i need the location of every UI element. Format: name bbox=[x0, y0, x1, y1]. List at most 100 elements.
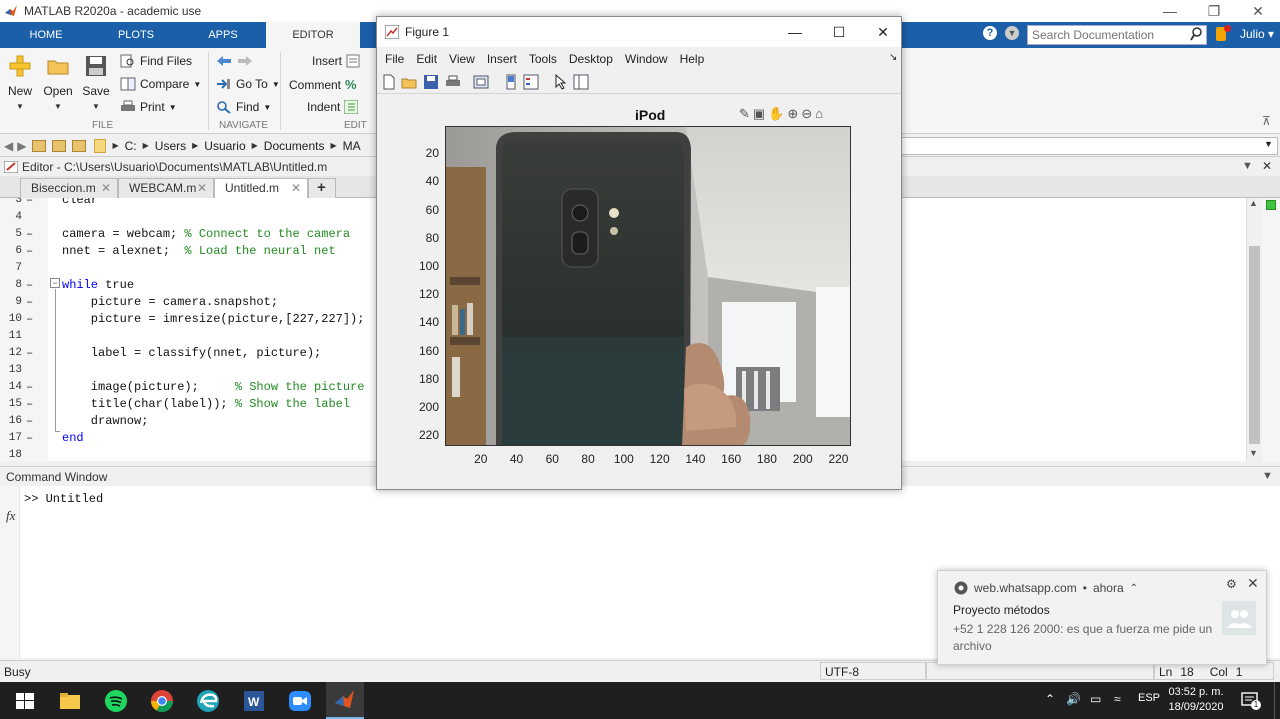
word-icon[interactable]: W bbox=[241, 688, 267, 714]
new-button[interactable]: New ▼ bbox=[2, 54, 38, 111]
tab-plots[interactable]: PLOTS bbox=[92, 22, 180, 48]
function-browser-icon[interactable]: fx bbox=[6, 508, 15, 524]
insert-colorbar-icon[interactable] bbox=[503, 74, 519, 90]
breakpoint-dash[interactable]: – bbox=[26, 345, 33, 362]
fold-toggle-icon[interactable]: − bbox=[50, 278, 60, 288]
property-inspector-icon[interactable] bbox=[573, 74, 589, 90]
open-file-icon[interactable] bbox=[401, 74, 417, 90]
edit-plot-pointer-icon[interactable] bbox=[553, 74, 569, 90]
editor-actions-icon[interactable]: ▼ bbox=[1242, 160, 1253, 172]
browse-folder-icon[interactable] bbox=[52, 139, 67, 152]
zoom-out-icon[interactable]: ⊖ bbox=[801, 106, 812, 122]
menu-dock-icon[interactable]: ↘ bbox=[889, 52, 897, 63]
go-to-button[interactable]: Go To ▼ bbox=[216, 77, 280, 91]
datatip-icon[interactable]: ▣ bbox=[753, 106, 765, 122]
brush-icon[interactable]: ✎ bbox=[739, 106, 750, 122]
options-icon[interactable]: ▼ bbox=[1005, 26, 1019, 40]
scroll-thumb[interactable] bbox=[1249, 246, 1260, 444]
menu-insert[interactable]: Insert bbox=[487, 52, 517, 66]
link-plot-icon[interactable] bbox=[473, 74, 489, 90]
find-button[interactable]: Find ▼ bbox=[216, 100, 271, 114]
crumb-documents[interactable]: Documents bbox=[264, 139, 325, 153]
gear-icon[interactable]: ⚙ bbox=[1226, 577, 1237, 591]
home-icon[interactable]: ⌂ bbox=[815, 106, 823, 122]
volume-icon[interactable]: 🔊 bbox=[1066, 692, 1081, 706]
insert-button[interactable]: Insert bbox=[312, 54, 362, 68]
crumb-drive[interactable]: C: bbox=[125, 139, 137, 153]
scroll-up-icon[interactable]: ▲ bbox=[1249, 198, 1258, 208]
minimize-icon[interactable]: — bbox=[1148, 0, 1192, 22]
tray-chevron-up-icon[interactable]: ⌃ bbox=[1045, 692, 1055, 706]
breakpoint-dash[interactable]: – bbox=[26, 226, 33, 243]
editor-scrollbar[interactable]: ▲ ▼ bbox=[1246, 198, 1262, 461]
chevron-up-icon[interactable]: ⌃ bbox=[1130, 583, 1138, 594]
show-desktop-button[interactable] bbox=[1274, 682, 1280, 719]
tab-webcam[interactable]: WEBCAM.m ✕ bbox=[118, 178, 214, 198]
insert-legend-icon[interactable] bbox=[523, 74, 539, 90]
crumb-users[interactable]: Users bbox=[155, 139, 186, 153]
find-files-button[interactable]: Find Files bbox=[120, 54, 192, 68]
breakpoint-dash[interactable]: – bbox=[26, 413, 33, 430]
breakpoint-dash[interactable]: – bbox=[26, 311, 33, 328]
file-explorer-icon[interactable] bbox=[57, 688, 83, 714]
user-menu[interactable]: Julio ▾ bbox=[1240, 27, 1274, 41]
wifi-icon[interactable]: ≈ bbox=[1114, 692, 1121, 706]
search-icon[interactable] bbox=[1190, 27, 1202, 41]
action-center-icon[interactable]: 1 bbox=[1240, 690, 1261, 710]
breakpoint-dash[interactable]: – bbox=[26, 277, 33, 294]
scroll-down-icon[interactable]: ▼ bbox=[1249, 448, 1258, 458]
clock[interactable]: 03:52 p. m. 18/09/2020 bbox=[1160, 685, 1232, 715]
save-figure-icon[interactable] bbox=[423, 74, 439, 90]
battery-icon[interactable]: ▭ bbox=[1090, 692, 1101, 706]
matlab-taskbar-button[interactable] bbox=[326, 682, 364, 719]
collapse-ribbon-icon[interactable]: ⊼ bbox=[1262, 114, 1271, 128]
tab-untitled[interactable]: Untitled.m ✕ bbox=[214, 178, 308, 198]
print-figure-icon[interactable] bbox=[445, 74, 461, 90]
menu-help[interactable]: Help bbox=[680, 52, 705, 66]
command-window-actions-icon[interactable]: ▼ bbox=[1262, 470, 1273, 482]
pan-hand-icon[interactable]: ✋ bbox=[768, 106, 784, 122]
up-folder-icon[interactable] bbox=[32, 139, 47, 152]
search-folder-icon[interactable] bbox=[72, 139, 87, 152]
menu-file[interactable]: File bbox=[385, 52, 404, 66]
tab-apps[interactable]: APPS bbox=[180, 22, 266, 48]
figure-window[interactable]: Figure 1 — ☐ ✕ File Edit View Insert Too… bbox=[376, 16, 902, 490]
figure-maximize-icon[interactable]: ☐ bbox=[817, 17, 861, 47]
crumb-usuario[interactable]: Usuario bbox=[204, 139, 245, 153]
zoom-in-icon[interactable]: ⊕ bbox=[787, 106, 798, 122]
chevron-down-icon[interactable]: ▼ bbox=[1264, 139, 1273, 149]
search-documentation-input[interactable] bbox=[1027, 25, 1207, 45]
close-icon[interactable]: ✕ bbox=[1247, 575, 1259, 592]
figure-title-bar[interactable]: Figure 1 — ☐ ✕ bbox=[377, 17, 901, 47]
breakpoint-dash[interactable]: – bbox=[26, 294, 33, 311]
menu-view[interactable]: View bbox=[449, 52, 475, 66]
close-editor-icon[interactable]: ✕ bbox=[1262, 159, 1272, 173]
menu-tools[interactable]: Tools bbox=[529, 52, 557, 66]
breakpoint-dash[interactable]: – bbox=[26, 379, 33, 396]
tab-biseccion[interactable]: Biseccion.m ✕ bbox=[20, 178, 118, 198]
back-arrow-icon[interactable] bbox=[216, 55, 232, 67]
webcam-image-axes[interactable] bbox=[445, 126, 851, 446]
close-tab-icon[interactable]: ✕ bbox=[101, 179, 111, 197]
windows-start-icon[interactable] bbox=[12, 688, 38, 714]
breakpoint-dash[interactable]: – bbox=[26, 243, 33, 260]
tab-editor[interactable]: EDITOR bbox=[266, 22, 360, 48]
whatsapp-notification[interactable]: web.whatsapp.com • ahora ⌃ ⚙ ✕ Proyecto … bbox=[937, 570, 1267, 665]
chrome-icon[interactable] bbox=[149, 688, 175, 714]
open-button[interactable]: Open ▼ bbox=[40, 54, 76, 111]
breakpoint-dash[interactable]: – bbox=[26, 396, 33, 413]
folder-path-input[interactable] bbox=[900, 137, 1278, 155]
menu-edit[interactable]: Edit bbox=[416, 52, 437, 66]
new-tab-button[interactable]: + bbox=[308, 178, 336, 198]
zoom-icon[interactable] bbox=[287, 688, 313, 714]
close-tab-icon[interactable]: ✕ bbox=[291, 179, 301, 197]
figure-close-icon[interactable]: ✕ bbox=[861, 17, 905, 47]
help-icon[interactable]: ? bbox=[983, 26, 997, 40]
restore-icon[interactable]: ❐ bbox=[1192, 0, 1236, 22]
analyzer-status-icon[interactable] bbox=[1266, 200, 1276, 210]
close-icon[interactable]: ✕ bbox=[1236, 0, 1280, 22]
forward-icon[interactable]: ▶ bbox=[17, 139, 26, 153]
save-button[interactable]: Save ▼ bbox=[78, 54, 114, 111]
comment-button[interactable]: Comment % bbox=[289, 77, 357, 92]
breakpoint-dash[interactable]: – bbox=[26, 198, 33, 209]
